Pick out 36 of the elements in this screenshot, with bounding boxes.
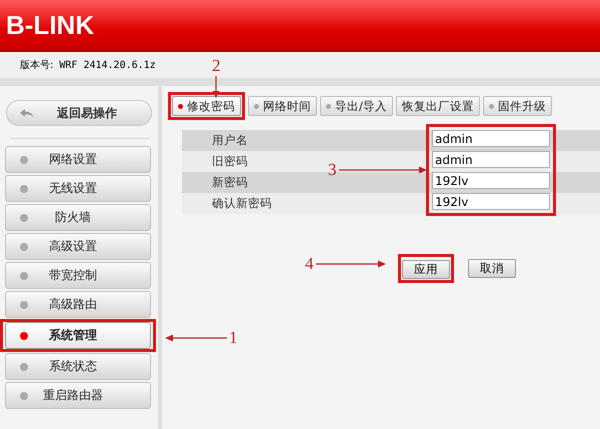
sidebar-item[interactable]: 网络设置 [5,146,151,173]
sidebar-item[interactable]: 系统管理 [5,322,151,349]
step-number: 4 [305,254,314,274]
field-label: 用户名 [212,133,248,148]
back-button[interactable]: 返回易操作 [6,100,152,126]
annotation-arrow [316,260,386,268]
sidebar-item[interactable]: 高级路由 [5,291,151,318]
version-label: 版本号: [20,58,54,72]
sidebar-item[interactable]: 无线设置 [5,175,151,202]
input-field[interactable]: admin [432,151,550,168]
sidebar-item[interactable]: 重启路由器 [5,382,151,409]
input-field[interactable]: 192lv [432,193,550,210]
sidebar-item[interactable]: 防火墙 [5,204,151,231]
sidebar-item[interactable]: 高级设置 [5,233,151,260]
step-number: 2 [212,56,220,76]
form-button[interactable]: 应用 [402,260,450,279]
tab[interactable]: 修改密码 [172,96,241,116]
back-arrow-icon [19,108,35,118]
tab[interactable]: 固件升级 [482,96,552,116]
tab[interactable]: 恢复出厂设置 [396,96,480,116]
field-label: 确认新密码 [212,196,272,211]
sidebar-item[interactable]: 系统状态 [5,353,151,380]
form-button[interactable]: 取消 [468,259,516,278]
input-field[interactable]: admin [432,130,550,147]
logo: B-LINK [6,10,94,40]
field-label: 旧密码 [212,154,248,169]
annotation-arrow [212,76,220,98]
field-label: 新密码 [212,175,248,190]
step-number: 1 [229,328,238,348]
annotation-arrow [165,334,227,342]
version-value: WRF 2414.20.6.1z [59,60,156,70]
tab[interactable]: 网络时间 [248,96,317,116]
sidebar-item[interactable]: 带宽控制 [5,262,151,289]
tab[interactable]: 导出/导入 [320,96,393,116]
step-number: 3 [328,160,336,180]
input-field[interactable]: 192lv [432,172,550,189]
